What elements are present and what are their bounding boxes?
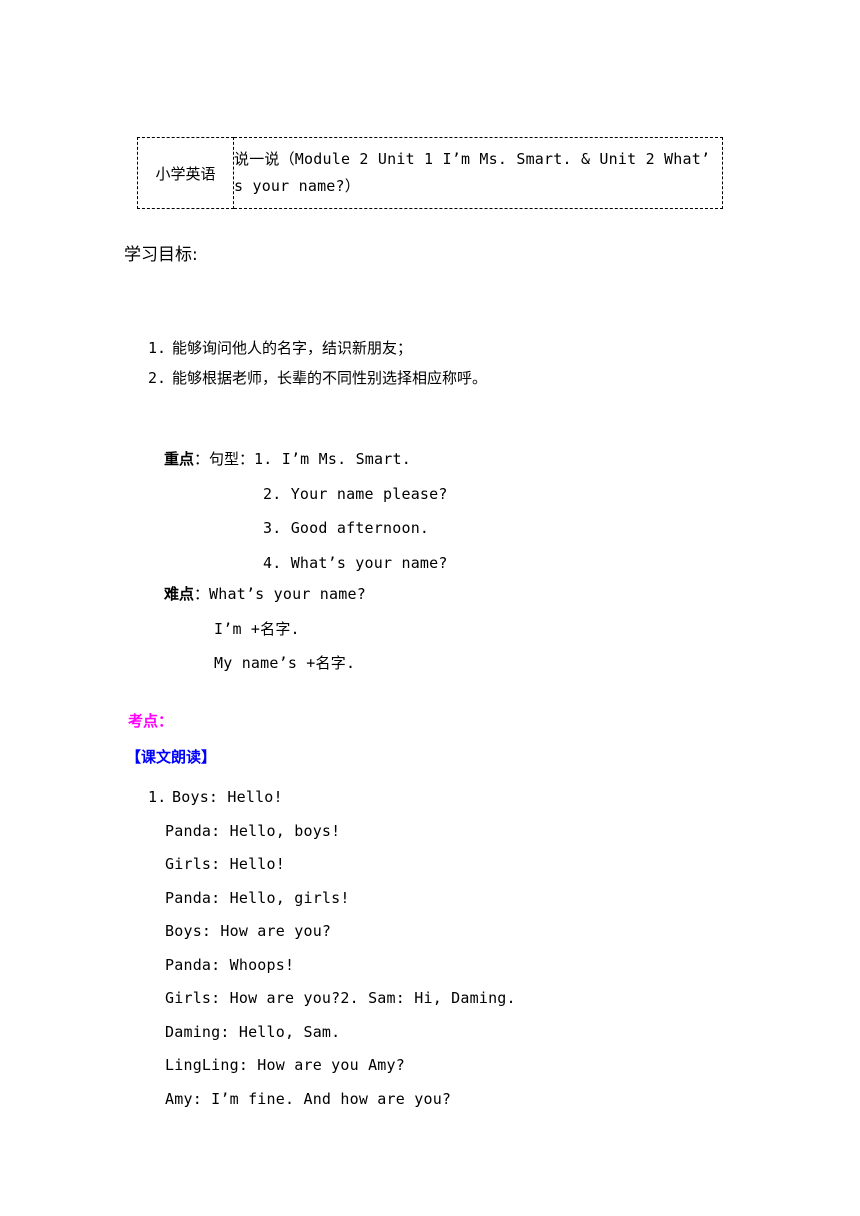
key-points-line: 3. Good afternoon.: [164, 512, 448, 547]
dialogue-text: Panda: Hello, girls!: [165, 888, 350, 907]
list-item: 1. Boys: Hello!: [148, 781, 516, 815]
key-points-colon: ：句型：: [194, 450, 255, 468]
goal-number: 1.: [148, 339, 167, 357]
dialogue-number: 1.: [148, 788, 167, 806]
key-points-block: 重点：句型：1. I’m Ms. Smart. 2. Your name ple…: [164, 443, 448, 581]
hard-points-label: 难点: [164, 585, 195, 603]
hard-points-line: I’m +名字.: [164, 613, 366, 648]
dialogue-text: LingLing: How are you Amy?: [165, 1056, 405, 1074]
list-item: Panda: Hello, boys!: [148, 815, 516, 849]
list-item: 2. 能够根据老师，长辈的不同性别选择相应称呼。: [148, 363, 487, 393]
header-table: 小学英语 说一说（Module 2 Unit 1 I’m Ms. Smart. …: [137, 137, 723, 209]
hard-point-item: What’s your name?: [209, 585, 366, 603]
subject-label: 小学英语: [155, 164, 216, 183]
key-points-label: 重点: [164, 450, 195, 468]
goal-text: 能够根据老师，长辈的不同性别选择相应称呼。: [172, 369, 488, 387]
list-item: Boys: How are you?: [148, 915, 516, 949]
hard-points-first-line: 难点：What’s your name?: [164, 578, 366, 613]
dialogue-text: Panda: Whoops!: [165, 955, 295, 974]
hard-points-line: My name’s +名字.: [164, 647, 366, 682]
list-item: 1. 能够询问他人的名字，结识新朋友；: [148, 333, 487, 363]
lesson-title-line2: s your name?）: [234, 177, 360, 195]
lesson-title-line1: 说一说（Module 2 Unit 1 I’m Ms. Smart. & Uni…: [234, 150, 711, 168]
subject-cell: 小学英语: [137, 137, 234, 209]
dialogue-text: Panda: Hello, boys!: [165, 821, 341, 840]
dialogue-text: Daming: Hello, Sam.: [165, 1022, 341, 1041]
hard-points-colon: ：: [194, 585, 210, 603]
dialogue-text: Boys: Hello!: [172, 788, 283, 806]
exam-point-heading: 考点：: [128, 712, 174, 730]
text-reading-heading: 【课文朗读】: [126, 748, 217, 766]
hard-point-item: I’m +名字.: [214, 619, 300, 638]
dialogue-text: Boys: How are you?: [165, 922, 332, 940]
goal-number: 2.: [148, 369, 167, 387]
lesson-title-cell: 说一说（Module 2 Unit 1 I’m Ms. Smart. & Uni…: [233, 137, 723, 209]
list-item: LingLing: How are you Amy?: [148, 1049, 516, 1083]
goals-heading: 学习目标:: [124, 245, 198, 265]
hard-points-block: 难点：What’s your name? I’m +名字. My name’s …: [164, 578, 366, 682]
list-item: Amy: I’m fine. And how are you?: [148, 1083, 516, 1117]
document-page: 小学英语 说一说（Module 2 Unit 1 I’m Ms. Smart. …: [0, 0, 860, 1216]
key-point-item: 1. I’m Ms. Smart.: [254, 450, 411, 468]
hard-point-item: My name’s +名字.: [214, 654, 356, 672]
list-item: Panda: Hello, girls!: [148, 882, 516, 916]
key-point-item: 2. Your name please?: [263, 484, 448, 503]
key-points-line: 2. Your name please?: [164, 478, 448, 513]
list-item: Girls: Hello!: [148, 848, 516, 882]
list-item: Daming: Hello, Sam.: [148, 1016, 516, 1050]
table-row: 小学英语 说一说（Module 2 Unit 1 I’m Ms. Smart. …: [137, 137, 723, 209]
key-point-item: 3. Good afternoon.: [263, 519, 430, 537]
dialogue-text: Girls: How are you?2. Sam: Hi, Daming.: [165, 989, 516, 1007]
goals-list: 1. 能够询问他人的名字，结识新朋友； 2. 能够根据老师，长辈的不同性别选择相应称…: [148, 333, 487, 393]
list-item: Girls: How are you?2. Sam: Hi, Daming.: [148, 982, 516, 1016]
dialogue-text: Girls: Hello!: [165, 855, 285, 873]
key-points-first-line: 重点：句型：1. I’m Ms. Smart.: [164, 443, 448, 478]
goal-text: 能够询问他人的名字，结识新朋友；: [172, 339, 413, 357]
key-points-line: 4. What’s your name?: [164, 547, 448, 582]
dialogue-list: 1. Boys: Hello! Panda: Hello, boys! Girls…: [148, 781, 516, 1116]
dialogue-text: Amy: I’m fine. And how are you?: [165, 1089, 452, 1108]
list-item: Panda: Whoops!: [148, 949, 516, 983]
key-point-item: 4. What’s your name?: [263, 553, 448, 572]
